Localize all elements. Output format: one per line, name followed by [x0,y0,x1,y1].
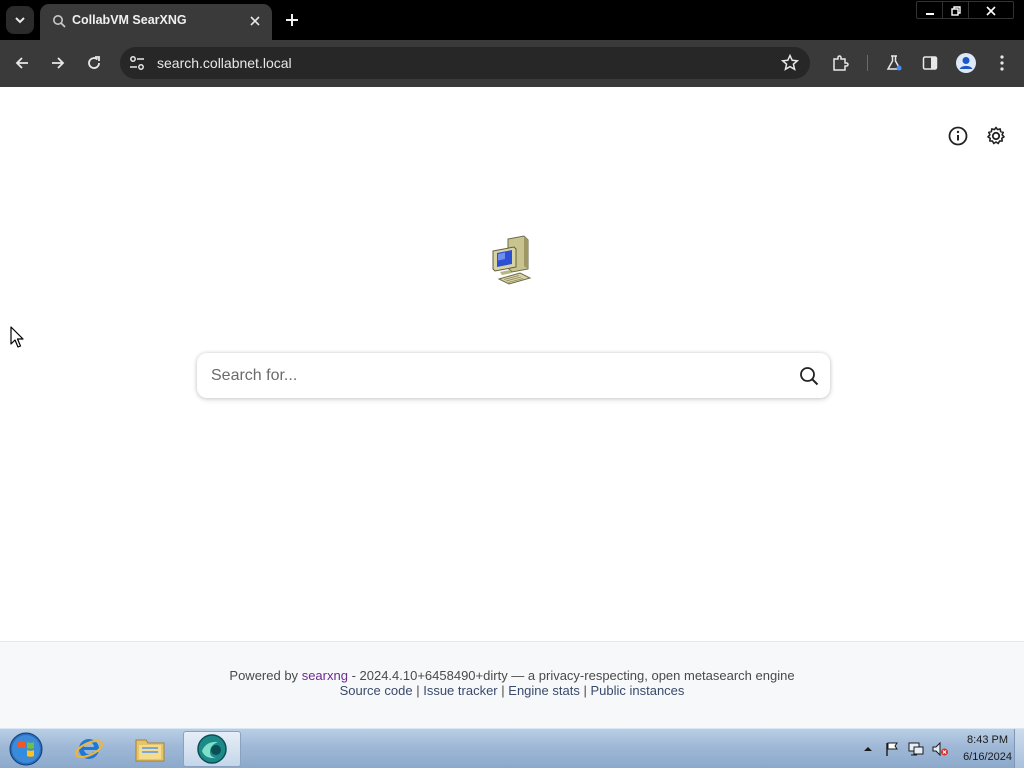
source-code-link[interactable]: Source code [340,683,413,698]
minimize-icon [925,12,934,15]
restore-button[interactable] [943,2,969,19]
taskbar-internet-explorer[interactable] [60,731,118,767]
browser-menu-button[interactable] [988,49,1016,77]
arrow-left-icon [15,57,28,69]
tab-title: CollabVM SearXNG [72,13,187,27]
window-controls [916,1,1014,19]
searxng-link[interactable]: searxng [302,668,348,683]
start-button[interactable] [6,731,46,767]
new-tab-button[interactable] [280,8,304,32]
footer-separator: | [416,683,420,698]
windows-taskbar: 8:43 PM 6/16/2024 [0,728,1024,768]
close-icon [250,16,260,26]
arrow-right-icon [52,57,65,69]
url-text[interactable]: search.collabnet.local [157,55,292,71]
taskbar-browser[interactable] [183,731,241,767]
show-desktop-button[interactable] [1014,729,1024,768]
restore-icon [950,5,961,16]
computer-logo-icon [492,235,532,285]
search-input[interactable] [211,361,771,390]
puzzle-icon [833,55,849,71]
avatar-icon [956,53,976,73]
search-box [197,353,830,398]
gear-icon[interactable] [985,125,1007,147]
file-explorer-icon [135,739,165,762]
chevron-down-icon [15,17,25,24]
system-tray: 8:43 PM 6/16/2024 [859,729,1012,768]
toolbar-separator [867,55,868,71]
minimize-button[interactable] [917,2,943,19]
labs-button[interactable] [880,49,908,77]
clock-date: 6/16/2024 [963,751,1012,763]
search-icon[interactable] [798,365,820,387]
extensions-button[interactable] [826,49,854,77]
info-icon[interactable] [947,125,969,147]
powered-by-label: Powered by [229,668,299,683]
tab-search-button[interactable] [6,6,34,34]
browser-toolbar: search.collabnet.local [0,40,1024,87]
searxng-page: Powered by searxng - 2024.4.10+6458490+d… [0,87,1024,728]
taskbar-file-explorer[interactable] [121,731,179,767]
internet-explorer-icon [75,738,103,759]
footer-separator: | [583,683,587,698]
browser-tab-bar: CollabVM SearXNG [0,0,1024,40]
tab-close-button[interactable] [246,12,264,30]
page-footer: Powered by searxng - 2024.4.10+6458490+d… [0,641,1024,728]
public-instances-link[interactable]: Public instances [590,683,684,698]
volume-muted-icon[interactable] [931,741,949,757]
forward-button[interactable] [44,49,72,77]
bookmark-star-icon[interactable] [780,53,800,73]
profile-button[interactable] [952,49,980,77]
address-bar[interactable]: search.collabnet.local [120,47,810,79]
footer-links: Source code | Issue tracker | Engine sta… [0,683,1024,698]
reload-icon [88,56,100,69]
browser-icon [197,734,227,764]
footer-separator: | [501,683,505,698]
footer-powered-by: Powered by searxng - 2024.4.10+6458490+d… [0,668,1024,683]
clock-time: 8:43 PM [967,734,1009,746]
window-close-button[interactable] [969,2,1013,19]
reload-button[interactable] [80,49,108,77]
side-panel-icon [922,56,938,70]
plus-icon [286,14,298,26]
browser-tab[interactable]: CollabVM SearXNG [40,4,272,40]
more-vertical-icon [1000,55,1004,71]
show-hidden-icons-icon[interactable] [859,741,877,757]
back-button[interactable] [8,49,36,77]
close-icon [986,5,996,16]
mouse-cursor-icon [10,326,24,348]
issue-tracker-link[interactable]: Issue tracker [423,683,497,698]
side-panel-button[interactable] [916,49,944,77]
action-center-flag-icon[interactable] [883,741,901,757]
engine-stats-link[interactable]: Engine stats [508,683,580,698]
network-icon[interactable] [907,741,925,757]
version-text: - 2024.4.10+6458490+dirty — a privacy-re… [351,668,795,683]
site-settings-icon[interactable] [128,54,146,72]
flask-icon [886,55,902,71]
searxng-favicon-icon [53,15,66,28]
taskbar-clock[interactable]: 8:43 PM 6/16/2024 [963,732,1012,766]
